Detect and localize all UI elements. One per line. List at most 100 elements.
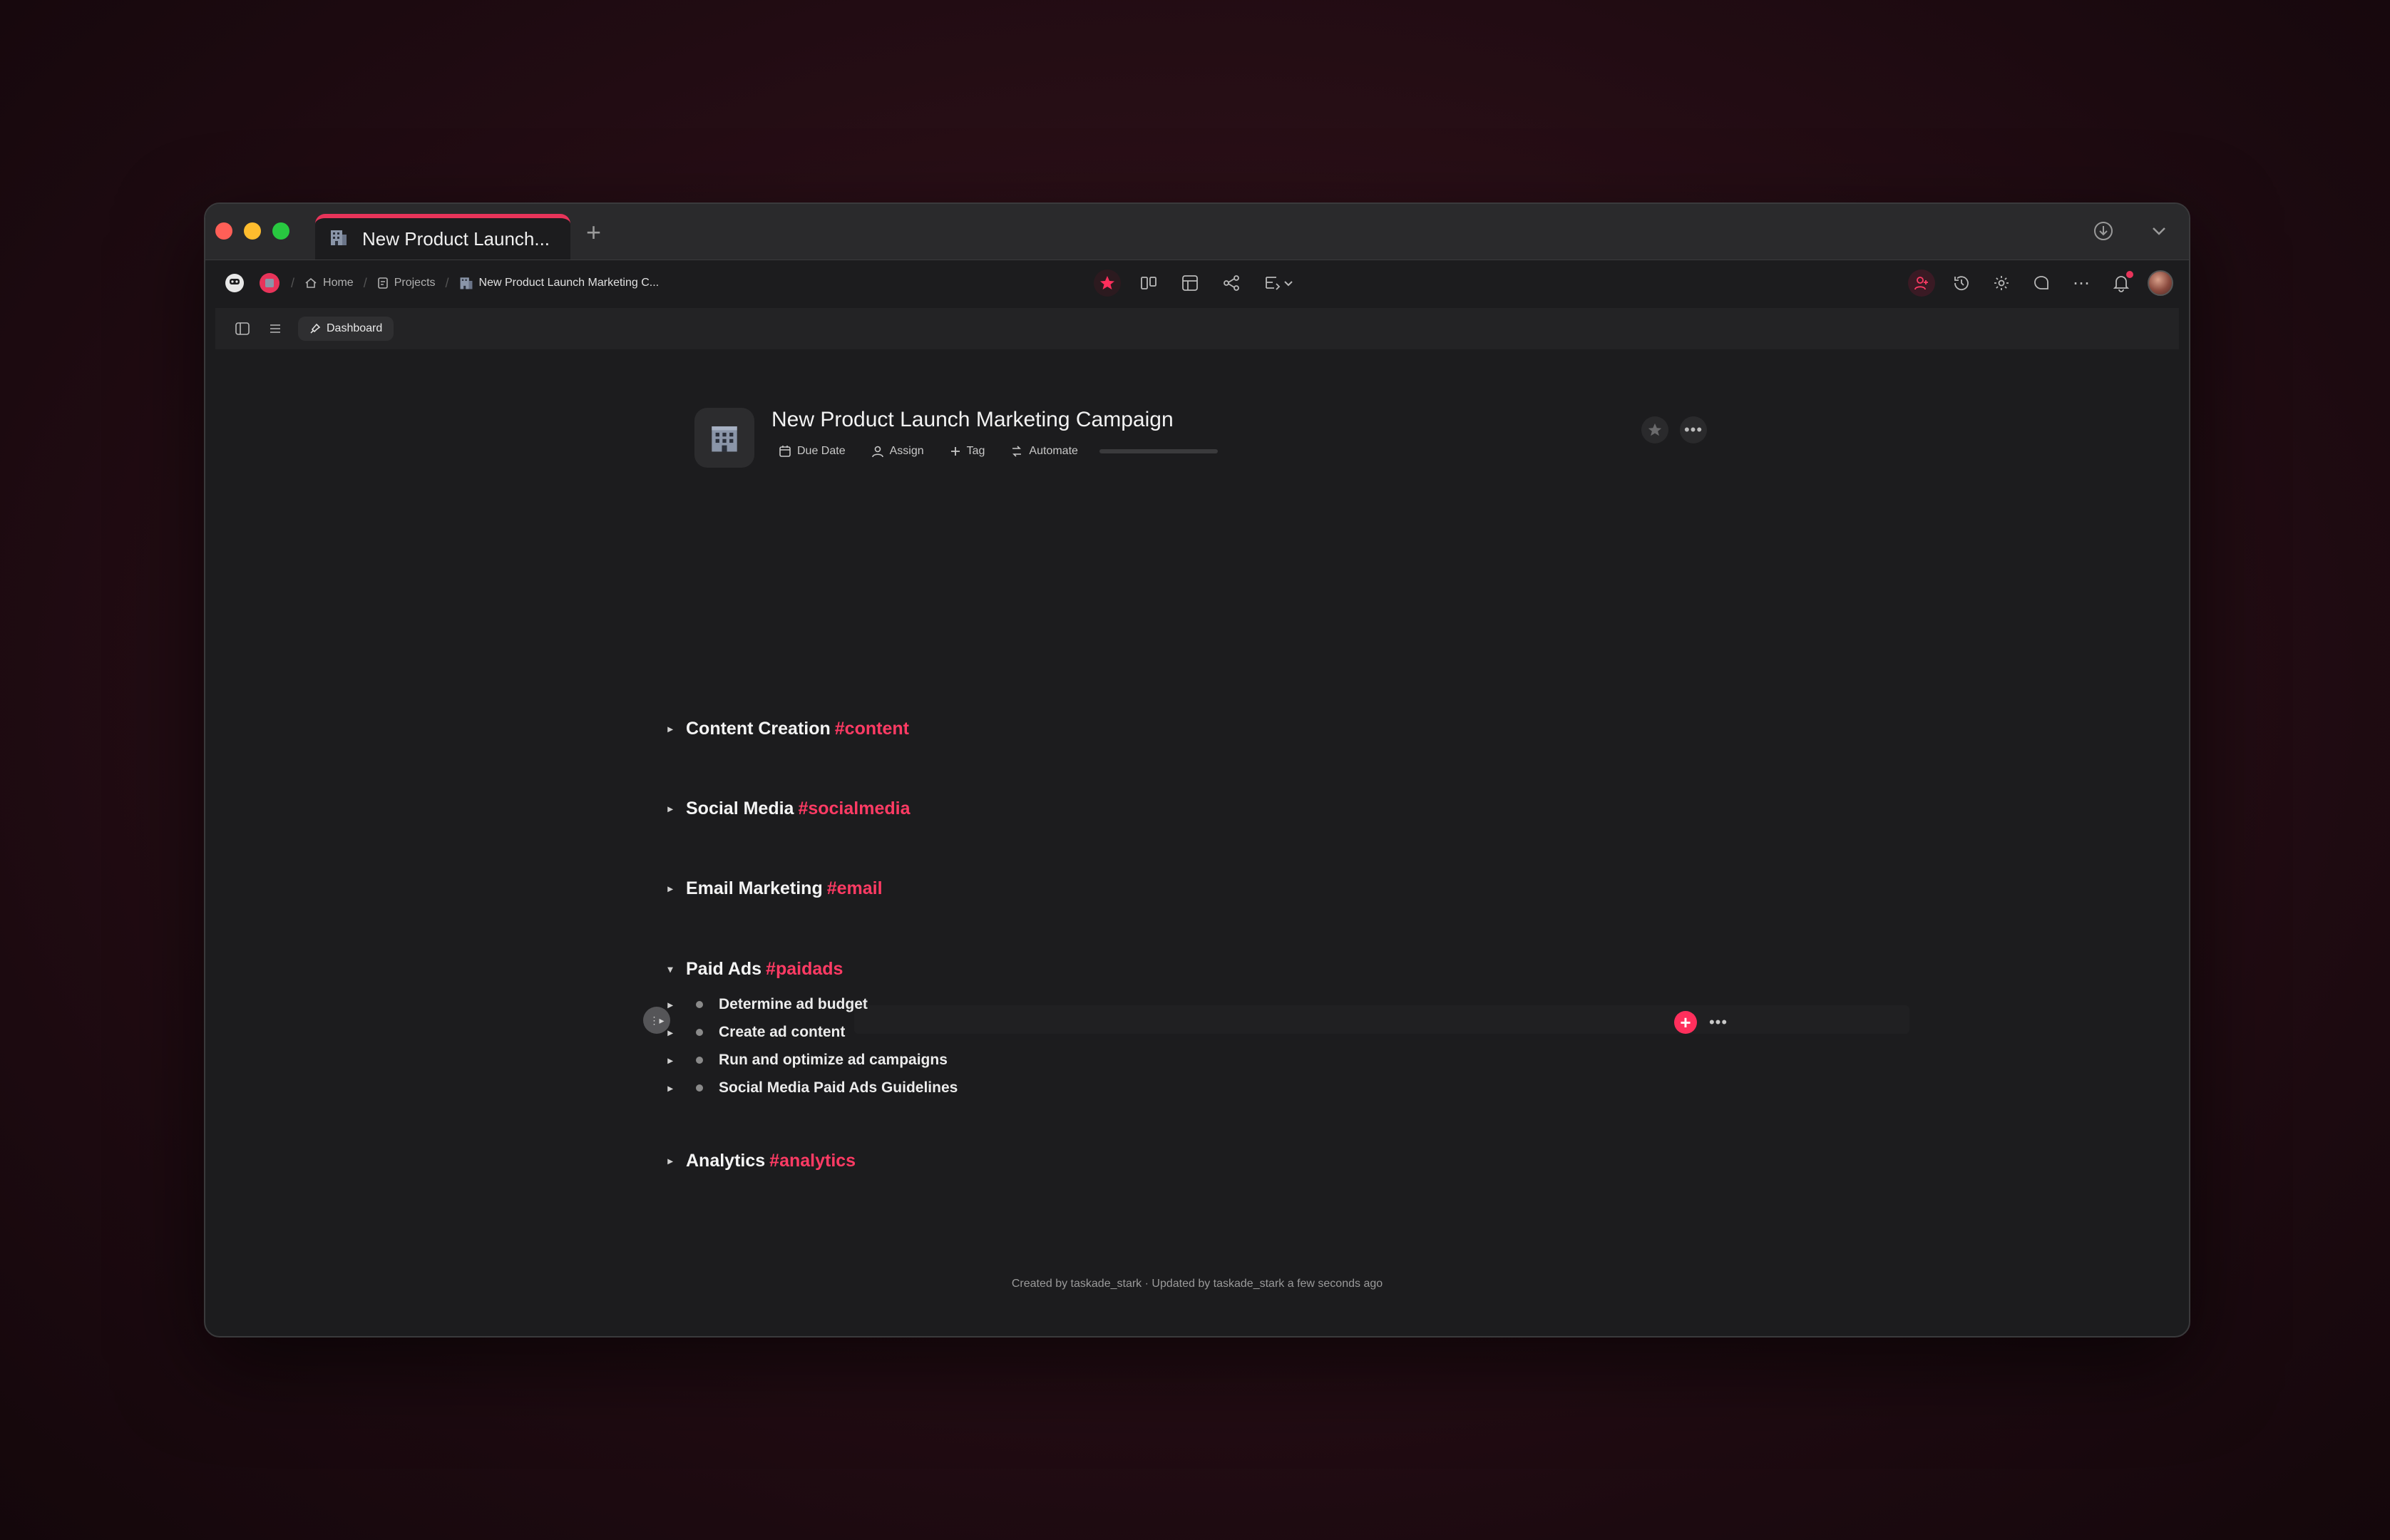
download-icon[interactable]: [2092, 220, 2115, 246]
item-label: Social Media Paid Ads Guidelines: [719, 1079, 958, 1096]
section-paid-ads[interactable]: ▾ Paid Ads #paidads: [657, 959, 843, 980]
app-logo-icon[interactable]: [221, 270, 248, 297]
avatar[interactable]: [2148, 270, 2173, 296]
sidebar-icon: [235, 322, 250, 335]
expand-caret-icon[interactable]: ▸: [657, 1155, 683, 1167]
item-label: Create ad content: [719, 1024, 846, 1040]
workspace-icon[interactable]: [258, 272, 281, 294]
due-date-button[interactable]: Due Date: [771, 442, 853, 461]
maximize-window-button[interactable]: [272, 222, 289, 240]
toggle-sidebar-button[interactable]: [232, 319, 252, 339]
project-content: New Product Launch Marketing Campaign Du…: [215, 351, 2179, 1326]
board-view-button[interactable]: [1135, 270, 1162, 297]
chevron-down-icon: [1284, 281, 1293, 287]
menu-icon: [270, 324, 280, 333]
calendar-icon: [779, 446, 791, 457]
section-analytics[interactable]: ▸ Analytics #analytics: [657, 1151, 856, 1171]
section-email-marketing[interactable]: ▸ Email Marketing #email: [657, 878, 883, 899]
chevron-down-icon[interactable]: [2149, 220, 2169, 246]
expand-caret-icon[interactable]: ▸: [657, 883, 683, 895]
history-icon: [1954, 276, 1969, 291]
tag-label: Tag: [966, 445, 985, 457]
breadcrumb-current-project[interactable]: New Product Launch Marketing C...: [459, 276, 660, 290]
document-icon: [377, 277, 388, 289]
section-label: Social Media: [686, 799, 794, 818]
star-icon: [1648, 423, 1662, 436]
table-view-button[interactable]: [1176, 270, 1204, 297]
drag-handle[interactable]: ⋮▸: [643, 1007, 670, 1034]
hashtag[interactable]: #email: [827, 878, 883, 899]
plus-icon: +: [1680, 1012, 1691, 1033]
favorite-button[interactable]: [1094, 270, 1121, 297]
share-icon: [1224, 275, 1239, 291]
star-icon: [1100, 276, 1114, 289]
ellipsis-icon: •••: [1683, 421, 1703, 438]
project-meta: Due Date Assign Tag Automate: [771, 442, 1218, 461]
hashtag[interactable]: #socialmedia: [798, 799, 910, 819]
list-item[interactable]: ▸ Run and optimize ad campaigns: [657, 1048, 948, 1072]
more-views-dropdown[interactable]: [1259, 270, 1299, 297]
mindmap-view-button[interactable]: [1218, 270, 1245, 297]
building-icon: [329, 228, 348, 250]
tag-button[interactable]: Tag: [943, 442, 993, 461]
expand-caret-icon[interactable]: ▸: [657, 1082, 683, 1094]
due-date-label: Due Date: [797, 445, 846, 457]
section-social-media[interactable]: ▸ Social Media #socialmedia: [657, 799, 910, 819]
automate-button[interactable]: Automate: [1003, 442, 1084, 461]
hashtag[interactable]: #analytics: [769, 1151, 856, 1171]
list-item[interactable]: ▸ Determine ad budget: [657, 992, 868, 1017]
title-bar: New Product Launch... +: [205, 204, 2189, 260]
row-hover-highlight: [854, 1005, 1909, 1034]
collapse-caret-icon[interactable]: ▾: [657, 963, 683, 975]
building-icon: [460, 277, 472, 289]
section-label: Analytics: [686, 1151, 766, 1171]
hashtag[interactable]: #paidads: [766, 959, 843, 980]
breadcrumb-projects[interactable]: Projects: [377, 277, 436, 289]
section-content-creation[interactable]: ▸ Content Creation #content: [657, 719, 909, 739]
hashtag[interactable]: #content: [835, 719, 909, 739]
section-label: Content Creation: [686, 719, 831, 739]
outline-menu-button[interactable]: [265, 319, 285, 339]
item-more-button[interactable]: •••: [1706, 1011, 1731, 1034]
breadcrumb-separator: /: [363, 275, 367, 290]
notifications-button[interactable]: [2108, 270, 2135, 297]
tab-dashboard[interactable]: Dashboard: [298, 317, 394, 341]
close-window-button[interactable]: [215, 222, 232, 240]
list-item[interactable]: ▸ Create ad content: [657, 1020, 845, 1044]
columns-icon: [1141, 277, 1156, 289]
breadcrumb-separator: /: [291, 275, 295, 290]
breadcrumb-label: New Product Launch Marketing C...: [478, 277, 660, 289]
list-item[interactable]: ▸ Social Media Paid Ads Guidelines: [657, 1076, 958, 1100]
settings-button[interactable]: [1988, 270, 2015, 297]
pin-icon: [310, 323, 321, 334]
breadcrumb-separator: /: [445, 275, 449, 290]
item-label: Determine ad budget: [719, 996, 868, 1012]
user-icon: [871, 446, 883, 458]
home-icon: [305, 277, 317, 288]
expand-caret-icon[interactable]: ▸: [657, 723, 683, 735]
outline-view-icon: [1266, 277, 1281, 290]
add-item-button[interactable]: +: [1674, 1011, 1697, 1034]
bullet-icon: [696, 1057, 703, 1064]
members-button[interactable]: [1908, 270, 1935, 297]
history-button[interactable]: [1948, 270, 1975, 297]
new-tab-button[interactable]: +: [586, 220, 601, 245]
minimize-window-button[interactable]: [244, 222, 261, 240]
table-icon: [1182, 275, 1198, 291]
expand-caret-icon[interactable]: ▸: [657, 803, 683, 815]
progress-bar: [1099, 449, 1218, 453]
project-favorite-button[interactable]: [1641, 416, 1668, 443]
expand-caret-icon[interactable]: ▸: [657, 1054, 683, 1067]
breadcrumb-home[interactable]: Home: [304, 277, 354, 289]
item-label: Run and optimize ad campaigns: [719, 1052, 948, 1068]
page-title[interactable]: New Product Launch Marketing Campaign: [771, 408, 1174, 432]
project-more-button[interactable]: •••: [1680, 416, 1707, 443]
chat-button[interactable]: [2028, 270, 2055, 297]
breadcrumb: / Home / Projects / New Product Launch M…: [221, 260, 659, 306]
project-icon[interactable]: [694, 408, 754, 468]
assign-button[interactable]: Assign: [864, 442, 931, 461]
plus-icon: [950, 447, 960, 456]
more-options-button[interactable]: ⋯: [2068, 270, 2095, 297]
breadcrumb-label: Home: [323, 277, 354, 289]
tab-project[interactable]: New Product Launch...: [315, 214, 570, 260]
